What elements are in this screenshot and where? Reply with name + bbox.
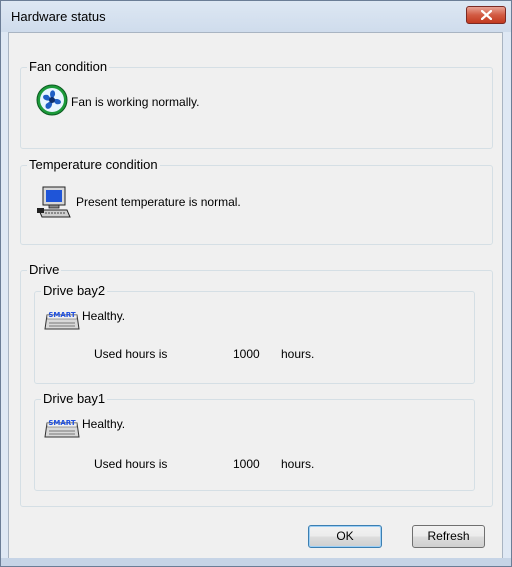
- group-label: Drive bay1: [41, 391, 108, 407]
- used-hours-value: 1000: [233, 457, 260, 471]
- temperature-status-text: Present temperature is normal.: [76, 195, 241, 209]
- temperature-condition-group: Temperature condition Present temperatur…: [20, 157, 493, 245]
- refresh-button[interactable]: Refresh: [412, 525, 485, 548]
- used-hours-label: Used hours is: [94, 457, 168, 471]
- smart-label: SMART: [48, 419, 76, 427]
- hardware-status-window: Hardware status Fan condition Fan is wor…: [0, 0, 512, 567]
- fan-condition-group: Fan condition Fan is working normally.: [20, 59, 493, 149]
- drive-bay1-health-text: Healthy.: [82, 417, 126, 431]
- group-label: Drive bay2: [41, 283, 108, 299]
- window-title: Hardware status: [11, 9, 106, 24]
- window-bottom-border: [1, 558, 511, 566]
- drive-bay2-group: Drive bay2 SMART Healthy. Used hours is …: [34, 283, 475, 384]
- close-icon: [481, 10, 492, 20]
- drive-bay2-health-text: Healthy.: [82, 309, 126, 323]
- smart-drive-icon: SMART: [43, 417, 81, 441]
- group-label: Fan condition: [27, 59, 110, 75]
- used-hours-unit: hours.: [281, 347, 315, 361]
- dialog-body: Fan condition Fan is working normally. T…: [8, 32, 503, 559]
- drive-group: Drive Drive bay2 SMART Healthy. Used hou…: [20, 262, 493, 507]
- group-label: Drive: [27, 262, 62, 278]
- fan-status-text: Fan is working normally.: [71, 95, 200, 109]
- fan-icon: [36, 84, 68, 116]
- smart-label: SMART: [48, 311, 76, 319]
- close-button[interactable]: [466, 6, 506, 24]
- ok-button[interactable]: OK: [308, 525, 382, 548]
- title-bar[interactable]: Hardware status: [1, 1, 511, 32]
- computer-icon: [37, 186, 71, 218]
- group-label: Temperature condition: [27, 157, 160, 173]
- smart-drive-icon: SMART: [43, 309, 81, 333]
- used-hours-label: Used hours is: [94, 347, 168, 361]
- used-hours-unit: hours.: [281, 457, 315, 471]
- drive-bay1-group: Drive bay1 SMART Healthy. Used hours is …: [34, 391, 475, 491]
- used-hours-value: 1000: [233, 347, 260, 361]
